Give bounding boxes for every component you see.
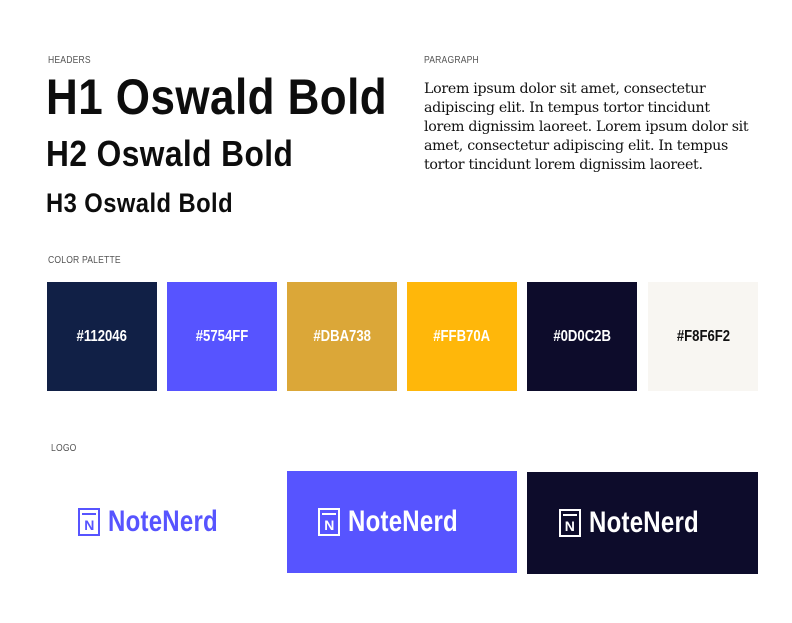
h3-sample: H3 Oswald Bold	[46, 188, 234, 218]
color-swatch-label: #112046	[76, 327, 128, 345]
color-swatch-5: #0D0C2B	[527, 282, 637, 391]
logo-wordmark: NoteNerd	[588, 506, 699, 539]
color-swatch-6: #F8F6F2	[648, 282, 758, 391]
color-swatch-label: #FFB70A	[433, 327, 491, 345]
logo-wordmark: NoteNerd	[108, 505, 219, 538]
color-swatch-4: #FFB70A	[407, 282, 517, 391]
logo-variant-dark: N NoteNerd	[527, 472, 758, 574]
color-swatch-2: #5754FF	[167, 282, 277, 391]
notebook-icon: N	[78, 508, 101, 536]
logo-wordmark: NoteNerd	[348, 505, 459, 538]
palette-section-label: COLOR PALETTE	[48, 255, 121, 266]
logo-section-label: LOGO	[51, 443, 77, 454]
h1-sample: H1 Oswald Bold	[46, 69, 388, 125]
color-swatch-label: #F8F6F2	[676, 327, 730, 345]
paragraph-section-label: PARAGRAPH	[424, 55, 479, 66]
headers-section-label: HEADERS	[48, 55, 91, 66]
h2-sample: H2 Oswald Bold	[46, 133, 294, 174]
color-swatch-label: #5754FF	[195, 327, 249, 345]
notebook-icon: N	[318, 508, 341, 536]
color-swatch-label: #DBA738	[313, 327, 371, 345]
color-swatch-label: #0D0C2B	[553, 327, 611, 345]
notebook-icon: N	[558, 509, 581, 537]
logo-variant-brand: N NoteNerd	[287, 471, 517, 573]
paragraph-sample: Lorem ipsum dolor sit amet, consectetur …	[424, 81, 749, 173]
logo-variant-light: N NoteNerd	[47, 472, 277, 572]
color-swatch-3: #DBA738	[287, 282, 397, 391]
color-swatch-1: #112046	[47, 282, 157, 391]
